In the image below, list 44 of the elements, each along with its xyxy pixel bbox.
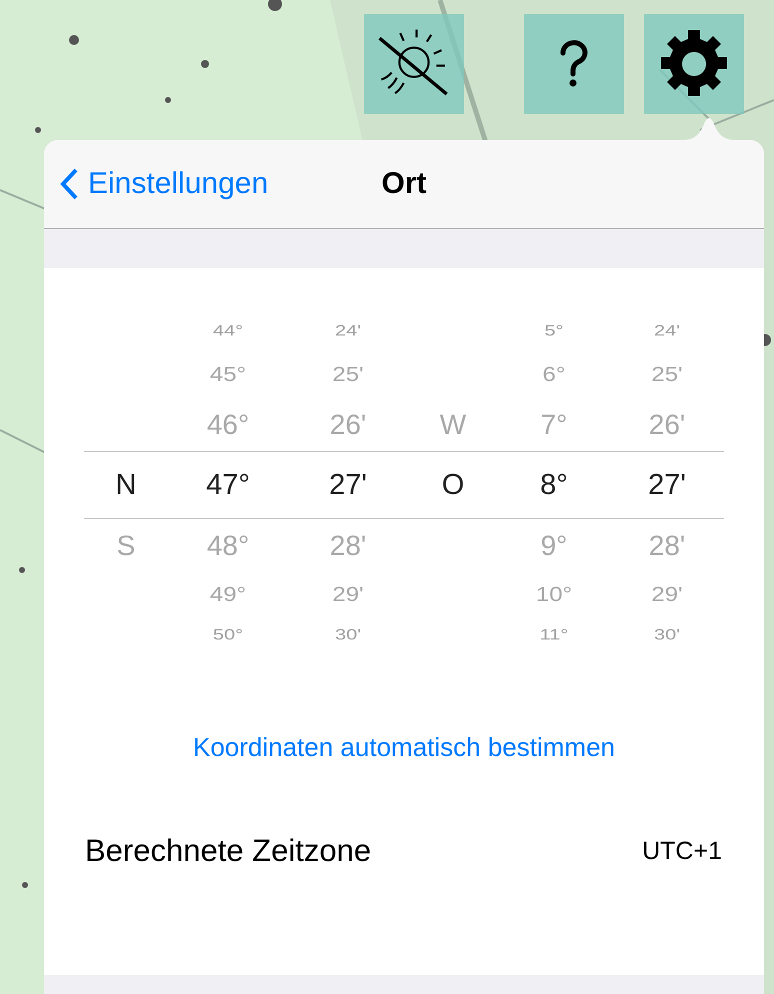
- picker-value[interactable]: 10°: [536, 582, 572, 606]
- picker-value[interactable]: 11°: [540, 626, 568, 644]
- picker-value[interactable]: O: [442, 468, 464, 502]
- picker-value[interactable]: 29': [651, 582, 683, 606]
- picker-value[interactable]: 9°: [540, 530, 568, 562]
- picker-value[interactable]: S: [116, 530, 136, 562]
- picker-value[interactable]: 44°: [212, 322, 244, 340]
- picker-value[interactable]: 7°: [540, 408, 568, 440]
- picker-value[interactable]: 24': [654, 322, 680, 340]
- picker-value[interactable]: 26': [330, 408, 366, 440]
- picker-value[interactable]: 30': [334, 626, 362, 644]
- picker-value[interactable]: 27': [648, 468, 686, 502]
- picker-value[interactable]: 8°: [540, 468, 568, 502]
- timezone-label: Berechnete Zeitzone: [85, 833, 372, 869]
- picker-value[interactable]: 25': [332, 363, 364, 387]
- settings-icon: [659, 29, 729, 99]
- picker-value[interactable]: 30': [654, 626, 680, 644]
- picker-value[interactable]: 5°: [544, 322, 564, 340]
- picker-value[interactable]: 6°: [542, 363, 566, 387]
- picker-value[interactable]: 26': [648, 408, 686, 440]
- picker-value[interactable]: 28': [330, 530, 366, 562]
- picker-value[interactable]: 27': [329, 468, 367, 502]
- auto-locate-link[interactable]: Koordinaten automatisch bestimmen: [192, 732, 615, 762]
- help-button[interactable]: [524, 14, 624, 114]
- picker-value[interactable]: 25': [651, 363, 683, 387]
- picker-value[interactable]: 48°: [206, 530, 250, 562]
- picker-value[interactable]: 29': [332, 582, 364, 606]
- picker-value[interactable]: 45°: [210, 363, 246, 387]
- picker-value[interactable]: 28': [648, 530, 686, 562]
- page-title: Ort: [382, 167, 426, 200]
- picker-value[interactable]: 46°: [206, 408, 250, 440]
- settings-button[interactable]: [644, 14, 744, 114]
- help-icon: [559, 40, 589, 88]
- picker-value[interactable]: W: [440, 408, 466, 440]
- picker-value[interactable]: 24': [334, 322, 362, 340]
- back-button[interactable]: Einstellungen: [44, 167, 268, 201]
- timezone-value: UTC+1: [642, 836, 722, 866]
- picker-value[interactable]: N: [116, 468, 136, 502]
- night-mode-button[interactable]: [364, 14, 464, 114]
- picker-value[interactable]: 50°: [212, 626, 244, 644]
- chevron-left-icon: [60, 168, 78, 200]
- picker-value[interactable]: 49°: [210, 582, 246, 606]
- picker-value[interactable]: 47°: [206, 468, 250, 502]
- coordinate-picker[interactable]: 44° 24' 5° 24' 45° 25' 6° 25' 46° 26' W 7° 26' N 47° 27' O 8° 27' S 48° 28' 9° 28' 49° 29' 10° 29' 50° 30' 11° 30': [84, 310, 724, 654]
